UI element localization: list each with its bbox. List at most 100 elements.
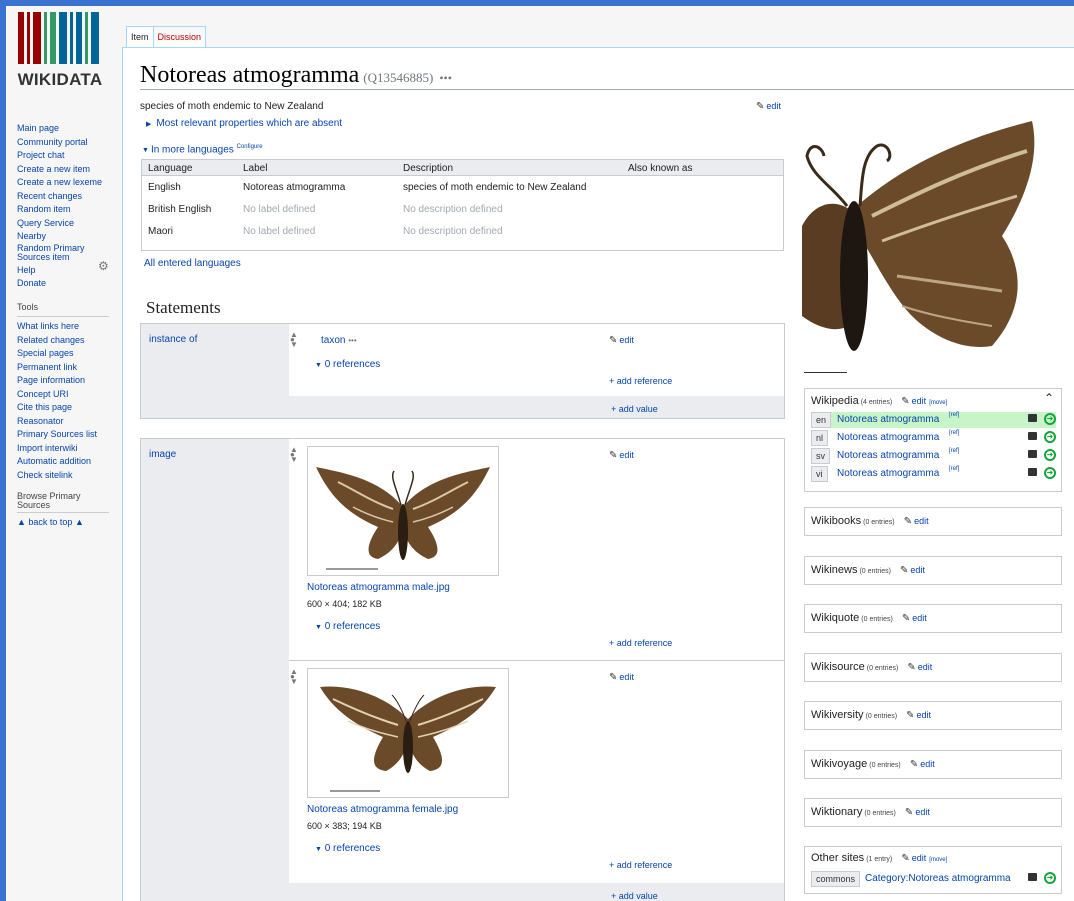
- property-instance-of[interactable]: instance of: [149, 334, 197, 345]
- ref-link[interactable]: [ref]: [949, 412, 959, 418]
- tool-reasonator[interactable]: Reasonator: [17, 415, 117, 429]
- tool-what-links-here[interactable]: What links here: [17, 320, 117, 334]
- badge-icon: [1028, 414, 1037, 422]
- tool-permanent-link[interactable]: Permanent link: [17, 361, 117, 375]
- sitelinks-edit-button[interactable]: ✎ edit: [901, 853, 926, 864]
- sitelink-title[interactable]: Notoreas atmogramma: [837, 468, 939, 479]
- sitelinks-wikivoyage: Wikivoyage (0 entries) ✎ edit: [804, 750, 1062, 779]
- sitelinks-edit-button[interactable]: ✎ edit: [905, 807, 930, 818]
- file-link-male[interactable]: Notoreas atmogramma male.jpg: [307, 582, 450, 593]
- wikidata-logo[interactable]: WIKIDATA: [14, 12, 106, 90]
- references-toggle[interactable]: ▼ 0 references: [315, 359, 380, 370]
- nav-random-primary-sources[interactable]: Random Primary Sources item: [17, 243, 87, 262]
- badge-icon: [1028, 873, 1037, 881]
- sitelinks-header: Other sites (1 entry) ✎ edit [move]: [811, 852, 948, 864]
- statement-edit-button[interactable]: ✎ edit: [609, 335, 634, 346]
- add-value-button[interactable]: + add value: [611, 404, 658, 414]
- references-toggle[interactable]: ▼ 0 references: [315, 621, 380, 632]
- nav-donate[interactable]: Donate: [17, 277, 117, 291]
- move-link[interactable]: [move]: [929, 400, 947, 406]
- rank-selector-icon[interactable]: ▲ ● ▼: [290, 331, 298, 349]
- tab-discussion[interactable]: Discussion: [153, 26, 207, 48]
- nav-random-item[interactable]: Random item: [17, 203, 117, 217]
- sitelink-row: commons Category:Notoreas atmogramma ➜: [811, 871, 1056, 887]
- nav-nearby[interactable]: Nearby: [17, 230, 117, 244]
- move-link[interactable]: [move]: [929, 857, 947, 863]
- add-reference-button[interactable]: + add reference: [609, 860, 672, 870]
- go-arrow-icon[interactable]: ➜: [1044, 413, 1056, 425]
- sitelinks-wikibooks: Wikibooks (0 entries) ✎ edit: [804, 507, 1062, 536]
- gear-icon[interactable]: ⚙: [98, 259, 109, 273]
- nav-main-page[interactable]: Main page: [17, 122, 117, 136]
- description-edit-button[interactable]: ✎ edit: [756, 101, 781, 112]
- more-languages-toggle[interactable]: ▼ In more languages Configure: [142, 144, 263, 155]
- tool-page-information[interactable]: Page information: [17, 374, 117, 388]
- collapse-icon[interactable]: ⌃: [1044, 391, 1054, 405]
- absent-properties-toggle[interactable]: ▶ Most relevant properties which are abse…: [146, 118, 342, 129]
- references-toggle[interactable]: ▼ 0 references: [315, 843, 380, 854]
- nav-recent-changes[interactable]: Recent changes: [17, 190, 117, 204]
- table-row: English Notoreas atmogramma species of m…: [142, 176, 783, 198]
- value-taxon[interactable]: taxon •••: [321, 335, 357, 346]
- add-reference-button[interactable]: + add reference: [609, 376, 672, 386]
- sitelinks-edit-button[interactable]: ✎ edit: [900, 565, 925, 576]
- browse-divider: [17, 512, 109, 513]
- tool-cite-page[interactable]: Cite this page: [17, 401, 117, 415]
- sitelinks-edit-button[interactable]: ✎ edit: [910, 759, 935, 770]
- nav-create-item[interactable]: Create a new item: [17, 163, 117, 177]
- sitelinks-edit-button[interactable]: ✎ edit: [904, 516, 929, 527]
- all-languages-link[interactable]: All entered languages: [144, 258, 241, 269]
- tool-check-sitelink[interactable]: Check sitelink: [17, 469, 117, 483]
- back-to-top-link[interactable]: ▲ back to top ▲: [17, 516, 117, 530]
- tool-concept-uri[interactable]: Concept URI: [17, 388, 117, 402]
- image-thumbnail-female[interactable]: [307, 668, 509, 798]
- add-reference-button[interactable]: + add reference: [609, 638, 672, 648]
- row-description: species of moth endemic to New Zealand: [403, 182, 587, 193]
- item-image[interactable]: [802, 116, 1042, 366]
- sitelinks-edit-button[interactable]: ✎ edit: [906, 710, 931, 721]
- nav-query-service[interactable]: Query Service: [17, 217, 117, 231]
- badge-icon: [1028, 450, 1037, 458]
- sitelink-title[interactable]: Category:Notoreas atmogramma: [865, 873, 1011, 884]
- ref-link[interactable]: [ref]: [949, 430, 959, 436]
- tool-primary-sources-list[interactable]: Primary Sources list: [17, 428, 117, 442]
- sitelink-title[interactable]: Notoreas atmogramma: [837, 450, 939, 461]
- tab-item[interactable]: Item: [126, 26, 154, 48]
- configure-link[interactable]: Configure: [237, 144, 263, 150]
- tool-automatic-addition[interactable]: Automatic addition: [17, 455, 117, 469]
- go-arrow-icon[interactable]: ➜: [1044, 431, 1056, 443]
- rank-selector-icon[interactable]: ▲ ● ▼: [290, 668, 298, 686]
- sitelinks-edit-button[interactable]: ✎ edit: [902, 613, 927, 624]
- languages-table: Language Label Description Also known as…: [141, 159, 784, 251]
- sitelinks-edit-button[interactable]: ✎ edit: [901, 396, 926, 407]
- nav-create-lexeme[interactable]: Create a new lexeme: [17, 176, 117, 190]
- sitelinks-edit-button[interactable]: ✎ edit: [907, 662, 932, 673]
- go-arrow-icon[interactable]: ➜: [1044, 872, 1056, 884]
- sitelink-title[interactable]: Notoreas atmogramma: [837, 414, 939, 425]
- tool-import-interwiki[interactable]: Import interwiki: [17, 442, 117, 456]
- ref-link[interactable]: [ref]: [949, 448, 959, 454]
- sitelink-title[interactable]: Notoreas atmogramma: [837, 432, 939, 443]
- tools-heading: Tools: [17, 301, 39, 312]
- nav-project-chat[interactable]: Project chat: [17, 149, 117, 163]
- nav-community-portal[interactable]: Community portal: [17, 136, 117, 150]
- go-arrow-icon[interactable]: ➜: [1044, 449, 1056, 461]
- item-description: species of moth endemic to New Zealand: [140, 101, 324, 112]
- sitelinks-header: Wikibooks (0 entries) ✎ edit: [811, 515, 929, 527]
- statement-edit-button[interactable]: ✎ edit: [609, 450, 634, 461]
- go-arrow-icon[interactable]: ➜: [1044, 467, 1056, 479]
- more-icon[interactable]: •••: [439, 71, 452, 85]
- pencil-icon: ✎: [900, 565, 909, 576]
- sitelink-row: nl Notoreas atmogramma [ref] ➜: [811, 430, 1056, 446]
- tool-related-changes[interactable]: Related changes: [17, 334, 117, 348]
- rank-selector-icon[interactable]: ▲ ● ▼: [290, 446, 298, 464]
- pencil-icon: ✎: [609, 335, 618, 346]
- file-link-female[interactable]: Notoreas atmogramma female.jpg: [307, 804, 458, 815]
- ref-link[interactable]: [ref]: [949, 466, 959, 472]
- tool-special-pages[interactable]: Special pages: [17, 347, 117, 361]
- statement-edit-button[interactable]: ✎ edit: [609, 672, 634, 683]
- add-value-button[interactable]: + add value: [611, 891, 658, 901]
- property-image[interactable]: image: [149, 449, 176, 460]
- sitelinks-wiktionary: Wiktionary (0 entries) ✎ edit: [804, 798, 1062, 827]
- image-thumbnail-male[interactable]: [307, 446, 499, 576]
